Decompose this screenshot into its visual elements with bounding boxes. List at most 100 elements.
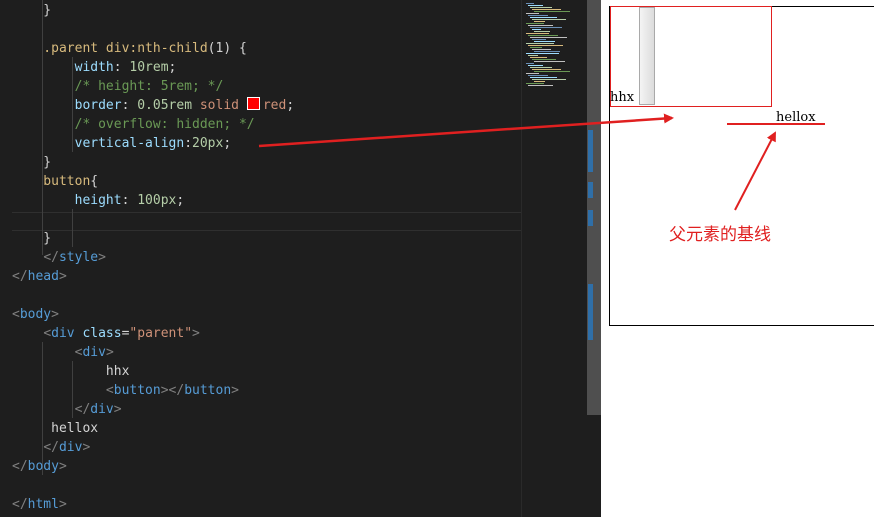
minimap-line [532, 59, 556, 60]
code-token: </ [12, 459, 28, 474]
code-token: </ [43, 250, 59, 265]
code-token: < [43, 326, 52, 341]
code-line[interactable]: vertical-align:20px; [12, 134, 232, 153]
minimap-line [532, 29, 541, 30]
code-line[interactable]: } [12, 153, 51, 172]
minimap-line [526, 3, 534, 4]
minimap-line [526, 73, 539, 74]
code-line[interactable]: </style> [12, 248, 106, 267]
code-token: 20px [192, 136, 224, 151]
code-token: </ [12, 269, 28, 284]
code-line[interactable]: <div> [12, 343, 114, 362]
code-line[interactable]: </html> [12, 495, 67, 514]
code-token: /* height: 5rem; */ [12, 79, 224, 94]
minimap-line [526, 43, 554, 44]
minimap-line [526, 63, 534, 64]
minimap-line [528, 55, 538, 56]
code-line[interactable]: </div> [12, 438, 90, 457]
code-token: </ [43, 440, 59, 455]
minimap-line [530, 47, 542, 48]
minimap-line [532, 9, 561, 10]
code-line[interactable]: button{ [12, 172, 98, 191]
code-token: div [82, 345, 106, 360]
code-line[interactable]: /* overflow: hidden; */ [12, 115, 255, 134]
code-line[interactable]: } [12, 1, 51, 20]
code-token: 10rem [129, 60, 169, 75]
code-line[interactable]: <button></button> [12, 381, 239, 400]
code-line[interactable]: /* height: 5rem; */ [12, 77, 224, 96]
current-line-highlight [12, 212, 521, 231]
minimap-line [528, 15, 548, 16]
code-token: : [184, 136, 193, 151]
code-token: > [113, 402, 122, 417]
code-line[interactable]: </head> [12, 267, 67, 286]
code-line[interactable]: hhx [12, 362, 130, 381]
minimap-line [530, 17, 557, 18]
code-line[interactable]: </body> [12, 457, 67, 476]
parent-text: hellox [776, 110, 816, 125]
code-token: < [105, 383, 114, 398]
minimap-line [532, 19, 566, 20]
scrollbar-thumb[interactable] [587, 0, 601, 415]
browser-preview: hhx hellox 父元素的基线 [601, 0, 874, 517]
code-line[interactable]: .parent div:nth-child(1) { [12, 39, 247, 58]
code-token: div [58, 440, 83, 455]
code-token: > [82, 440, 91, 455]
code-line[interactable]: border: 0.05rem solid red; [12, 96, 294, 115]
code-token: border [12, 98, 122, 113]
code-token: ; [286, 98, 295, 113]
code-token: ; [223, 136, 232, 151]
minimap-line [526, 23, 544, 24]
annotation-caption: 父元素的基线 [669, 225, 771, 245]
code-line[interactable]: } [12, 229, 51, 248]
code-line[interactable]: height: 100px; [12, 191, 185, 210]
minimap[interactable] [521, 0, 588, 517]
minimap-line [532, 69, 561, 70]
code-token: vertical-align [12, 136, 185, 151]
code-line[interactable]: <div class="parent"> [12, 324, 200, 343]
code-token: ></ [160, 383, 185, 398]
minimap-line [530, 7, 552, 8]
code-token: } [12, 3, 52, 18]
code-token: button [184, 383, 232, 398]
code-token: } [12, 231, 52, 246]
minimap-line [528, 35, 558, 36]
minimap-line [534, 51, 560, 52]
color-swatch[interactable] [246, 97, 260, 110]
code-token: > [231, 383, 239, 398]
code-line[interactable]: width: 10rem; [12, 58, 177, 77]
code-line[interactable]: </div> [12, 400, 122, 419]
code-token: hellox [12, 421, 99, 436]
minimap-line [532, 49, 551, 50]
minimap-line [526, 53, 559, 54]
minimap-line [528, 75, 548, 76]
code-token: width [12, 60, 114, 75]
preview-button[interactable] [639, 7, 655, 105]
minimap-line [528, 5, 543, 6]
code-token: < [12, 307, 20, 322]
code-token: > [58, 459, 67, 474]
code-token: ; [168, 60, 177, 75]
minimap-line [528, 25, 553, 26]
code-token: > [58, 497, 67, 512]
code-token: /* overflow: hidden; */ [12, 117, 255, 132]
code-token: : [113, 60, 130, 75]
code-line[interactable]: hellox [12, 419, 98, 438]
code-token: "parent" [129, 326, 193, 341]
code-editor[interactable]: } .parent div:nth-child(1) { width: 10re… [0, 0, 521, 517]
code-token: { [231, 41, 247, 56]
code-token: div [90, 402, 114, 417]
minimap-line [534, 31, 550, 32]
code-token: { [90, 174, 99, 189]
indent-guide [72, 209, 73, 247]
scroll-marker [588, 130, 593, 172]
code-line[interactable]: <body> [12, 305, 59, 324]
minimap-line [534, 81, 545, 82]
vertical-scrollbar[interactable] [587, 0, 601, 517]
minimap-line [528, 65, 543, 66]
code-token: ; [176, 193, 185, 208]
